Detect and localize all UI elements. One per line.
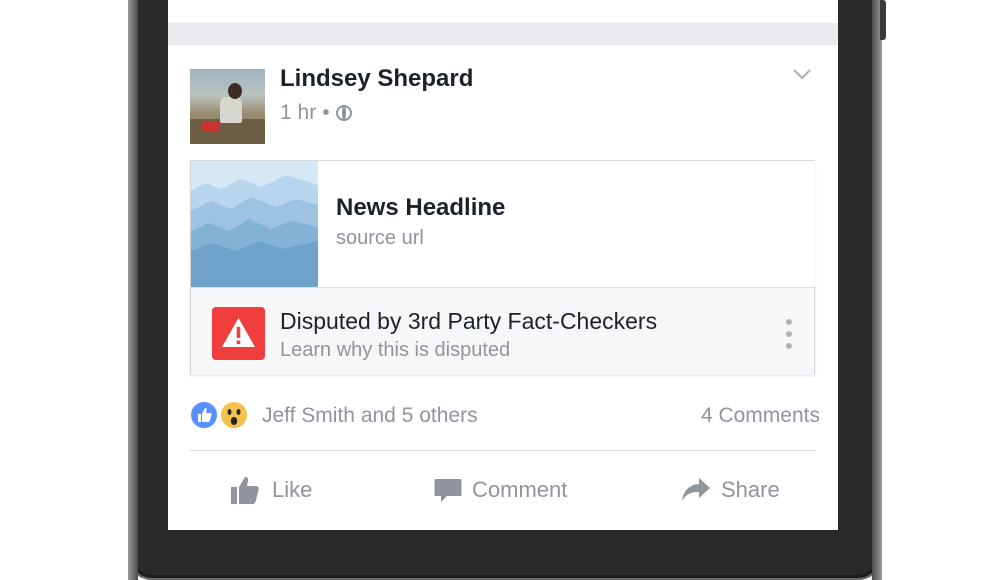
comment-label: Comment xyxy=(472,477,568,502)
share-label: Share xyxy=(721,477,780,502)
post-time[interactable]: 1 hr xyxy=(280,101,316,125)
link-thumbnail-image xyxy=(191,161,318,287)
reactions-summary: Jeff Smith and 5 others 4 Comments xyxy=(190,395,820,435)
comment-button[interactable]: Comment xyxy=(434,473,567,507)
more-vertical-icon[interactable] xyxy=(785,318,793,350)
like-label: Like xyxy=(272,477,313,502)
chevron-down-icon[interactable] xyxy=(793,65,811,83)
feed-separator xyxy=(168,23,838,45)
feed-post: Lindsey Shepard 1 hr • News Headline sou… xyxy=(168,45,838,530)
comment-icon xyxy=(434,479,462,502)
author-name[interactable]: Lindsey Shepard xyxy=(280,65,473,93)
dispute-learn-more-link[interactable]: Learn why this is disputed xyxy=(280,339,510,362)
disputed-banner[interactable]: Disputed by 3rd Party Fact-Checkers Lear… xyxy=(191,287,814,375)
link-preview-card[interactable]: News Headline source url Disputed by 3rd… xyxy=(190,160,815,375)
reaction-names[interactable]: Jeff Smith and 5 others xyxy=(262,404,478,428)
thumbs-up-icon xyxy=(231,477,259,504)
globe-icon xyxy=(335,105,352,121)
meta-separator: • xyxy=(322,101,330,124)
phone-screen: Lindsey Shepard 1 hr • News Headline sou… xyxy=(168,0,838,530)
link-text-area: News Headline source url xyxy=(318,161,815,287)
author-avatar[interactable] xyxy=(190,69,265,144)
comment-count[interactable]: 4 Comments xyxy=(701,404,820,428)
like-button[interactable]: Like xyxy=(230,473,312,507)
like-reaction-icon[interactable] xyxy=(190,401,218,429)
share-icon xyxy=(682,478,710,501)
phone-edge-left xyxy=(128,0,138,580)
link-source: source url xyxy=(336,227,424,249)
wow-reaction-icon[interactable] xyxy=(220,401,248,429)
previous-post-bottom xyxy=(168,0,838,23)
actions-divider xyxy=(190,450,816,451)
dispute-title: Disputed by 3rd Party Fact-Checkers xyxy=(280,308,658,334)
share-button[interactable]: Share xyxy=(681,473,780,507)
phone-edge-right xyxy=(872,0,882,580)
phone-side-button xyxy=(880,0,886,40)
warning-icon xyxy=(212,307,265,360)
link-headline[interactable]: News Headline xyxy=(336,194,505,222)
post-meta: 1 hr • xyxy=(280,101,352,125)
